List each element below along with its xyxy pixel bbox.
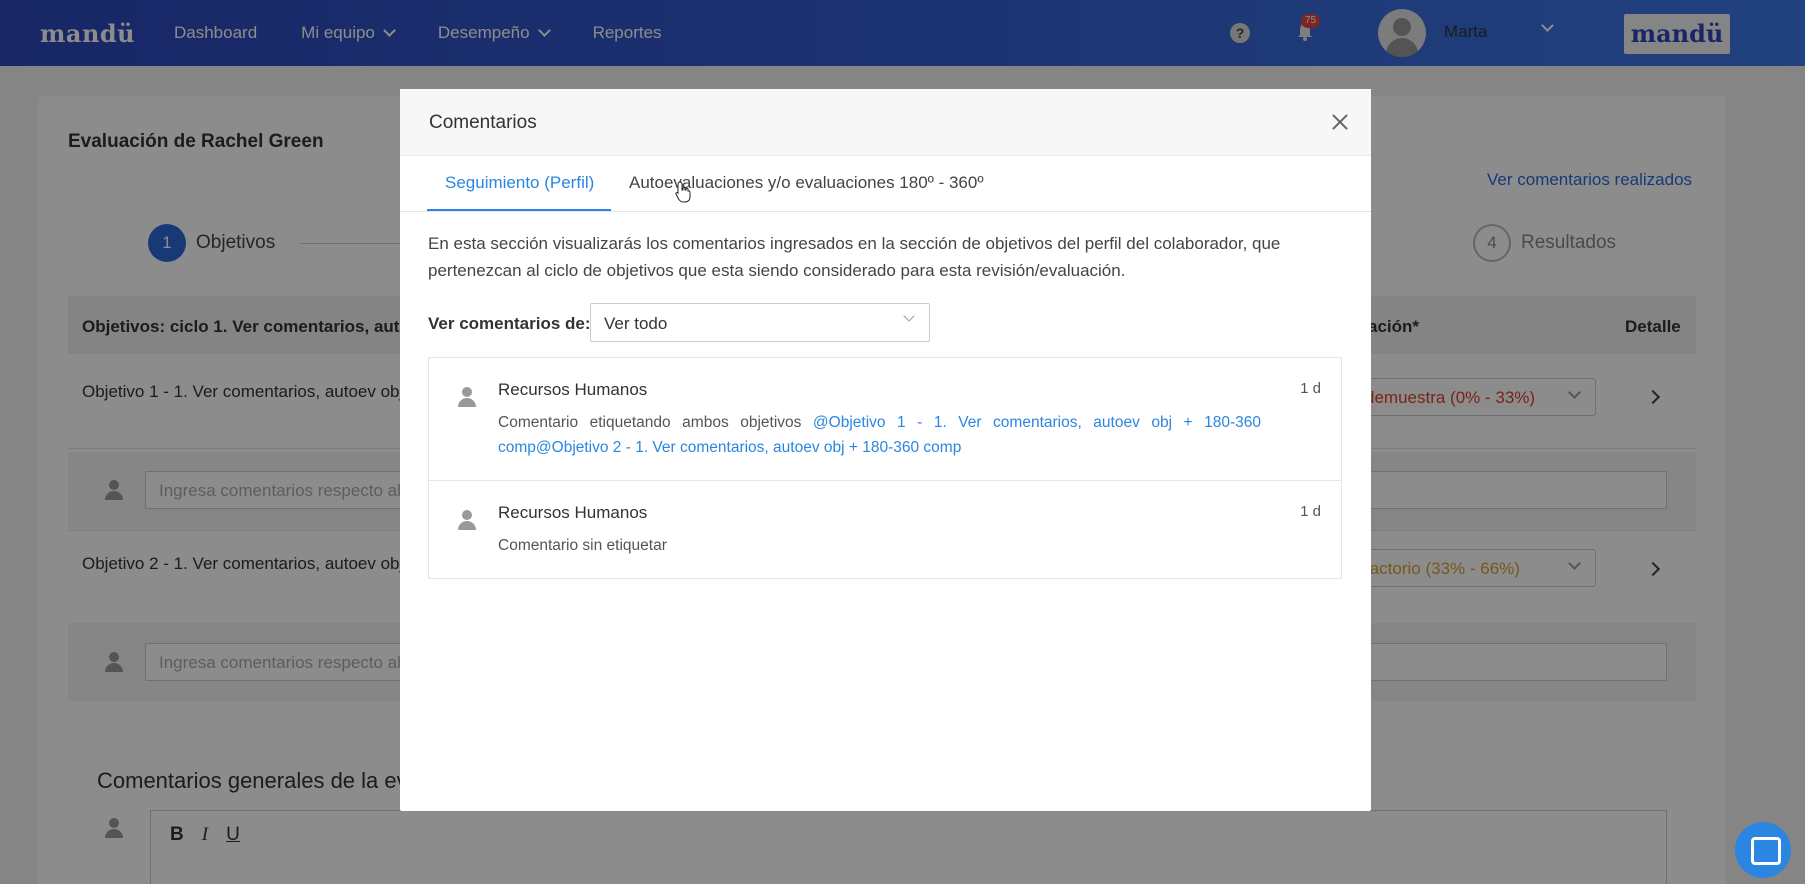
modal-tabs: Seguimiento (Perfil) Autoevaluaciones y/…: [400, 156, 1371, 212]
hand-cursor-icon: [675, 181, 691, 203]
modal-title: Comentarios: [429, 112, 537, 133]
close-icon[interactable]: [1329, 111, 1351, 133]
chat-icon[interactable]: [1735, 822, 1791, 878]
comment-body: Comentario sin etiquetar: [498, 537, 667, 554]
comment-author: Recursos Humanos: [498, 503, 648, 522]
comment-author: Recursos Humanos: [498, 380, 648, 399]
modal-header: Comentarios: [400, 89, 1371, 156]
person-icon: [456, 509, 478, 531]
comment-body: Comentario etiquetando ambos objetivos: [498, 414, 802, 431]
person-icon: [456, 386, 478, 408]
comment-time: 1 d: [1300, 380, 1321, 397]
comment-text: Comentario etiquetando ambos objetivos @…: [498, 410, 1261, 460]
comments-list: Recursos Humanos 1 d Comentario etiqueta…: [428, 357, 1342, 579]
chevron-down-icon: [903, 310, 915, 322]
comment-text: Comentario sin etiquetar: [498, 533, 1261, 558]
tab-seguimiento[interactable]: Seguimiento (Perfil): [445, 173, 594, 193]
comment-item: Recursos Humanos 1 d Comentario etiqueta…: [429, 358, 1341, 481]
filter-select-value: Ver todo: [604, 314, 668, 333]
filter-select[interactable]: Ver todo: [590, 303, 930, 342]
comment-time: 1 d: [1300, 503, 1321, 520]
modal-intro: En esta sección visualizarás los comenta…: [428, 234, 1281, 280]
filter-label: Ver comentarios de:: [428, 314, 591, 333]
comment-item: Recursos Humanos 1 d Comentario sin etiq…: [429, 481, 1341, 578]
active-tab-indicator: [427, 209, 611, 211]
comments-modal: Comentarios Seguimiento (Perfil) Autoeva…: [400, 89, 1371, 811]
